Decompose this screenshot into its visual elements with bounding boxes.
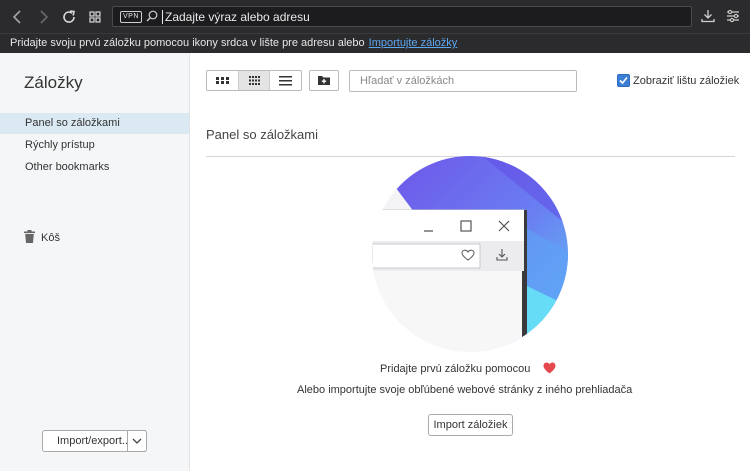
new-folder-button[interactable] — [309, 70, 339, 91]
vpn-badge[interactable]: VPN — [120, 11, 142, 23]
easy-setup-icon[interactable] — [725, 8, 741, 24]
empty-state-title: Pridajte prvú záložku pomocou — [380, 363, 531, 375]
bookmarks-sidebar: Záložky Panel so záložkami Rýchly prístu… — [0, 53, 190, 471]
bookmarks-search[interactable] — [349, 70, 577, 92]
speed-dial-icon[interactable] — [86, 8, 104, 26]
large-grid-view-button[interactable] — [207, 71, 238, 90]
section-title: Panel so záložkami — [206, 127, 318, 142]
heart-icon — [543, 362, 556, 374]
import-bookmarks-link[interactable]: Importujte záložky — [369, 37, 458, 49]
import-bookmarks-button[interactable]: Import záložiek — [428, 414, 513, 436]
new-folder-icon — [318, 76, 330, 85]
address-placeholder: Zadajte výraz alebo adresu — [165, 10, 310, 24]
list-icon — [279, 76, 292, 86]
forward-icon[interactable] — [34, 8, 52, 26]
import-export-dropdown[interactable] — [127, 430, 147, 452]
empty-state-illustration — [372, 156, 568, 356]
view-mode-group — [206, 70, 302, 91]
sidebar-item-other-bookmarks[interactable]: Other bookmarks — [0, 157, 189, 178]
trash-label: Kôš — [41, 232, 60, 244]
info-message: Pridajte svoju prvú záložku pomocou ikon… — [10, 37, 365, 49]
address-bar[interactable]: VPN Zadajte výraz alebo adresu — [112, 6, 692, 27]
download-icon[interactable] — [700, 8, 716, 24]
info-text: Pridajte svoju prvú záložku pomocou ikon… — [10, 37, 457, 49]
bookmarks-info-bar: Pridajte svoju prvú záložku pomocou ikon… — [0, 33, 750, 53]
show-bookmarks-bar-checkbox[interactable] — [617, 74, 630, 87]
sidebar-title: Záložky — [24, 73, 83, 92]
back-icon[interactable] — [9, 8, 27, 26]
list-view-button[interactable] — [270, 71, 301, 90]
sidebar-item-speed-dial[interactable]: Rýchly prístup — [0, 135, 189, 156]
empty-state-subtitle: Alebo importujte svoje obľúbené webové s… — [297, 384, 633, 396]
chevron-down-icon — [132, 438, 142, 444]
search-icon — [146, 10, 158, 22]
checkmark-icon — [619, 76, 628, 85]
sidebar-item-bookmarks-bar[interactable]: Panel so záložkami — [0, 113, 189, 134]
large-grid-icon — [216, 77, 229, 84]
browser-toolbar: VPN Zadajte výraz alebo adresu — [0, 0, 750, 33]
small-grid-view-button[interactable] — [238, 71, 270, 90]
reload-icon[interactable] — [60, 8, 78, 26]
trash-icon — [24, 230, 35, 243]
bookmarks-search-input[interactable] — [360, 74, 570, 88]
show-bookmarks-bar-label: Zobraziť lištu záložiek — [633, 75, 740, 87]
small-grid-icon — [249, 76, 260, 85]
text-caret — [162, 10, 163, 24]
